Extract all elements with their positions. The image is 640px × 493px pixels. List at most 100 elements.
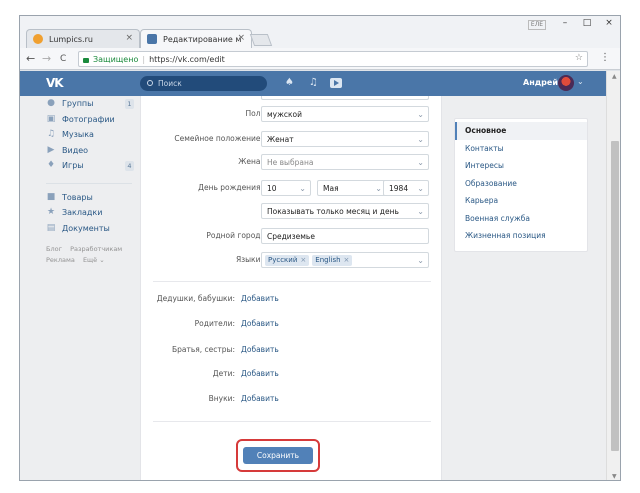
menu-item-military[interactable]: Военная служба <box>455 210 587 228</box>
scroll-down-icon[interactable]: ▼ <box>612 473 617 480</box>
languages-select[interactable]: Русский × English × ⌄ <box>261 252 429 268</box>
sidebar-item-games[interactable]: ♦ Игры 4 <box>46 158 138 174</box>
close-window-icon[interactable]: × <box>598 16 620 30</box>
browser-menu-icon[interactable]: ⋮ <box>600 52 610 63</box>
documents-icon: ▤ <box>46 222 56 233</box>
header-user-name[interactable]: Андрей <box>523 78 558 87</box>
birth-year-value: 1984 <box>389 183 409 193</box>
menu-item-interests[interactable]: Интересы <box>455 157 587 175</box>
add-siblings-link[interactable]: Добавить <box>241 345 279 354</box>
wife-label: Жена: <box>238 157 263 166</box>
language-tag: Русский × <box>265 254 310 266</box>
cut-off-select[interactable]: ⌄ <box>261 96 429 100</box>
birthday-label: День рождения: <box>198 183 263 192</box>
chevron-down-icon: ⌄ <box>417 158 424 167</box>
left-sidebar: ● Группы 1 ▣ Фотографии ♫ Музыка ▶ Видео… <box>46 96 138 266</box>
music-note-icon[interactable]: ♫ <box>309 77 318 89</box>
chevron-down-icon: ⌄ <box>417 256 424 265</box>
menu-item-contacts[interactable]: Контакты <box>455 140 587 158</box>
scroll-up-icon[interactable]: ▲ <box>612 73 617 80</box>
menu-item-main[interactable]: Основное <box>455 122 587 140</box>
goods-icon: ■ <box>46 191 56 202</box>
add-grandchildren-link[interactable]: Добавить <box>241 394 279 403</box>
gender-select[interactable]: мужской ⌄ <box>261 106 429 122</box>
marital-row: Семейное положение: Женат ⌄ <box>141 131 443 147</box>
forward-icon[interactable]: → <box>42 52 51 66</box>
chevron-down-icon: ⌄ <box>375 184 382 193</box>
add-parents-link[interactable]: Добавить <box>241 319 279 328</box>
gender-row: Пол: мужской ⌄ <box>141 106 443 122</box>
languages-row: Языки: Русский × English × ⌄ <box>141 252 443 268</box>
birth-month-select[interactable]: Мая ⌄ <box>317 180 387 196</box>
tab-label: Lumpics.ru <box>49 34 93 44</box>
sidebar-item-label: Закладки <box>62 208 103 218</box>
remove-tag-icon[interactable]: × <box>300 256 306 264</box>
maximize-icon[interactable]: □ <box>576 16 598 30</box>
hometown-input[interactable]: Средиземье <box>261 228 429 244</box>
birthday-visibility-value: Показывать только месяц и день <box>267 206 399 216</box>
tab-vk-edit[interactable]: Редактирование моей с × <box>140 29 252 48</box>
profile-badge[interactable]: ЕЛЕ <box>527 20 546 30</box>
children-label: Дети: <box>212 369 235 378</box>
search-icon <box>147 80 153 86</box>
sidebar-item-label: Музыка <box>62 130 94 140</box>
birthday-visibility-select[interactable]: Показывать только месяц и день ⌄ <box>261 203 429 219</box>
gender-value: мужской <box>267 109 302 119</box>
sidebar-item-documents[interactable]: ▤ Документы <box>46 221 138 237</box>
games-icon: ♦ <box>46 160 56 170</box>
avatar[interactable] <box>558 75 574 91</box>
sidebar-footer: Блог Разработчикам Реклама Ещё ⌄ <box>46 244 138 266</box>
minimize-icon[interactable]: – <box>554 16 576 30</box>
language-tag: English × <box>312 254 353 266</box>
vk-favicon-icon <box>147 34 157 44</box>
birth-day-select[interactable]: 10 ⌄ <box>261 180 311 196</box>
add-children-link[interactable]: Добавить <box>241 369 279 378</box>
menu-item-career[interactable]: Карьера <box>455 192 587 210</box>
footer-link-more[interactable]: Ещё ⌄ <box>83 256 105 264</box>
hometown-value: Средиземье <box>267 231 315 241</box>
video-play-icon[interactable] <box>330 78 342 88</box>
remove-tag-icon[interactable]: × <box>344 256 350 264</box>
vk-search-input[interactable]: Поиск <box>140 76 267 91</box>
sidebar-item-groups[interactable]: ● Группы 1 <box>46 96 138 112</box>
scrollbar-thumb[interactable] <box>611 141 619 451</box>
sidebar-item-goods[interactable]: ■ Товары <box>46 190 138 206</box>
sidebar-item-bookmarks[interactable]: ★ Закладки <box>46 205 138 221</box>
chevron-down-icon: ⌄ <box>417 207 424 216</box>
notifications-bell-icon[interactable]: ♠ <box>285 77 294 89</box>
vk-logo-icon[interactable]: VK <box>46 76 64 90</box>
chevron-down-icon[interactable]: ⌄ <box>577 77 584 86</box>
sidebar-item-photos[interactable]: ▣ Фотографии <box>46 112 138 128</box>
new-tab-button[interactable] <box>249 34 273 46</box>
settings-right-menu: Основное Контакты Интересы Образование К… <box>454 118 588 252</box>
reload-icon[interactable]: C <box>60 52 66 66</box>
chevron-down-icon: ⌄ <box>299 184 306 193</box>
back-icon[interactable]: ← <box>26 52 35 66</box>
footer-link-developers[interactable]: Разработчикам <box>70 245 122 253</box>
close-tab-icon[interactable]: × <box>125 33 133 43</box>
footer-link-ads[interactable]: Реклама <box>46 256 75 264</box>
url-input[interactable]: Защищено | https://vk.com/edit ☆ <box>78 51 588 67</box>
sidebar-item-label: Фотографии <box>62 114 115 124</box>
siblings-row: Братья, сестры: Добавить <box>141 344 443 356</box>
menu-item-life-position[interactable]: Жизненная позиция <box>455 227 587 245</box>
parents-label: Родители: <box>194 319 235 328</box>
sidebar-item-video[interactable]: ▶ Видео <box>46 143 138 159</box>
wife-select[interactable]: Не выбрана ⌄ <box>261 154 429 170</box>
add-grandparents-link[interactable]: Добавить <box>241 294 279 303</box>
close-tab-icon[interactable]: × <box>237 33 245 43</box>
menu-item-education[interactable]: Образование <box>455 175 587 193</box>
parents-row: Родители: Добавить <box>141 318 443 330</box>
bookmark-star-icon[interactable]: ☆ <box>575 53 583 63</box>
birth-year-select[interactable]: 1984 ⌄ <box>383 180 429 196</box>
page-scrollbar[interactable]: ▲ ▼ <box>606 71 620 480</box>
browser-window: Lumpics.ru × Редактирование моей с × ЕЛЕ… <box>19 15 621 481</box>
profile-edit-form: ⌄ Пол: мужской ⌄ Семейное положение: Жен… <box>140 96 443 480</box>
siblings-label: Братья, сестры: <box>171 345 235 354</box>
footer-link-blog[interactable]: Блог <box>46 245 62 253</box>
marital-select[interactable]: Женат ⌄ <box>261 131 429 147</box>
sidebar-item-label: Видео <box>62 145 89 155</box>
language-tag-label: Русский <box>268 256 298 264</box>
tab-lumpics[interactable]: Lumpics.ru × <box>26 29 140 48</box>
sidebar-item-music[interactable]: ♫ Музыка <box>46 127 138 143</box>
